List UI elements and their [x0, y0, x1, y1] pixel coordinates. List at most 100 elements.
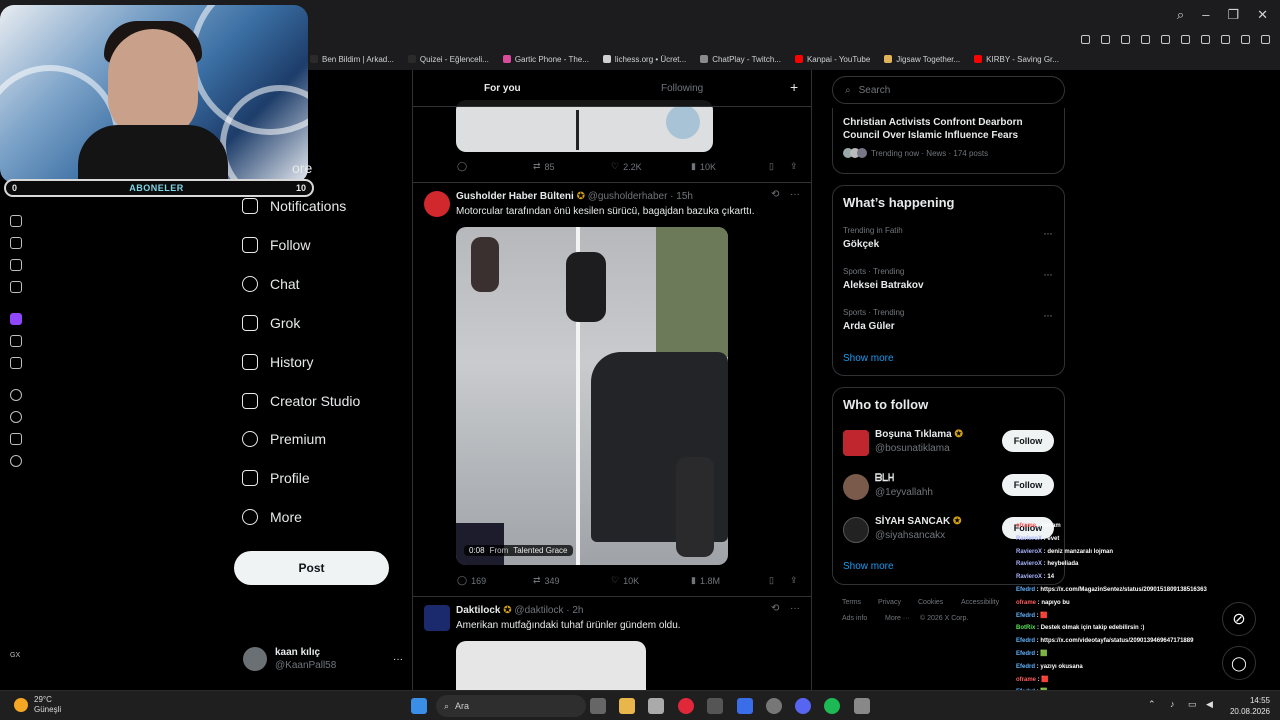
nav-item-premium[interactable]: Premium — [242, 431, 326, 447]
minimize-icon[interactable]: – — [1202, 8, 1209, 21]
more-dots-icon[interactable]: ··· — [1043, 226, 1053, 240]
bookmark-item[interactable]: Kanpai - YouTube — [794, 55, 870, 64]
extension-icon[interactable] — [1101, 34, 1110, 44]
pin-icon[interactable] — [1081, 34, 1090, 44]
tweet-handle-time[interactable]: @gusholderhaber · 15h — [588, 191, 693, 202]
follow-name[interactable]: SİYAH SANCAK ✪ — [875, 516, 961, 527]
more-dots-icon[interactable]: ··· — [1043, 308, 1053, 322]
retweet-button[interactable]: ⇄ 85 — [533, 161, 555, 172]
tweet-handle-time[interactable]: @daktilock · 2h — [514, 605, 583, 616]
tweet-author-name[interactable]: Daktilock — [456, 605, 500, 616]
inbox-icon[interactable] — [10, 237, 22, 249]
footer-link[interactable]: Terms — [842, 599, 861, 606]
reply-button[interactable]: ◯ 169 — [457, 575, 486, 586]
tweet-author-name[interactable]: Gusholder Haber Bülteni — [456, 191, 574, 202]
footer-link[interactable]: Ads info — [842, 615, 867, 622]
app-icon[interactable] — [707, 698, 723, 714]
footer-link[interactable]: Cookies — [918, 599, 943, 606]
task-view-icon[interactable] — [590, 698, 606, 714]
settings-icon[interactable] — [766, 698, 782, 714]
cube-icon[interactable] — [1201, 34, 1210, 44]
tab-for-you[interactable]: For you — [484, 83, 521, 94]
grok-icon[interactable]: ⟲ — [771, 603, 779, 614]
spotify-icon[interactable] — [824, 698, 840, 714]
share-button[interactable]: ⇪ — [790, 161, 798, 172]
like-button[interactable]: ♡ 2.2K — [611, 161, 642, 172]
crop-icon[interactable] — [1121, 34, 1130, 44]
views-button[interactable]: ▮ 1.8M — [691, 575, 720, 586]
translate-icon[interactable] — [1141, 34, 1150, 44]
paint-icon[interactable] — [737, 698, 753, 714]
discord-icon[interactable] — [795, 698, 811, 714]
opera-gx-icon[interactable] — [678, 698, 694, 714]
search-input[interactable]: ⌕ Search — [832, 76, 1065, 104]
nav-item-history[interactable]: History — [242, 354, 314, 370]
nav-item-chat[interactable]: Chat — [242, 276, 300, 292]
extensions-icon[interactable] — [10, 433, 22, 445]
trend-name[interactable]: Aleksei Batrakov — [843, 280, 924, 291]
file-explorer-icon[interactable] — [619, 698, 635, 714]
nav-item-grok[interactable]: Grok — [242, 315, 300, 331]
weather-widget[interactable]: 29°C Güneşli — [14, 695, 61, 715]
close-icon[interactable]: ✕ — [1257, 8, 1268, 21]
like-button[interactable]: ♡ 10K — [611, 575, 639, 586]
nav-item-notifications[interactable]: Notifications — [242, 198, 346, 214]
network-icon[interactable]: ▭ — [1188, 699, 1197, 710]
twitch-icon[interactable] — [10, 313, 22, 325]
tweet-author-avatar[interactable] — [424, 605, 450, 631]
avatar[interactable] — [843, 517, 869, 543]
tab-following[interactable]: Following — [661, 83, 703, 94]
tray-chevron-icon[interactable]: ⌃ — [1148, 699, 1156, 710]
show-more-link[interactable]: Show more — [843, 353, 894, 364]
add-tab-icon[interactable]: + — [790, 79, 798, 95]
bookmark-item[interactable]: Jigsaw Together... — [884, 55, 960, 64]
tweet-author-avatar[interactable] — [424, 191, 450, 217]
ai-icon[interactable] — [1241, 34, 1250, 44]
reply-button[interactable]: ◯ — [457, 161, 467, 172]
bookmark-button[interactable]: ▯ — [769, 575, 774, 586]
tweet-image[interactable] — [456, 100, 713, 152]
more-dots-icon[interactable]: ··· — [790, 189, 800, 200]
show-more-link[interactable]: Show more — [843, 561, 894, 572]
bookmark-item[interactable]: ChatPlay - Twitch... — [700, 55, 781, 64]
follow-button[interactable]: Follow — [1002, 430, 1054, 452]
messages-floating-button[interactable]: ◯ — [1222, 646, 1256, 680]
grok-floating-button[interactable]: ⊘ — [1222, 602, 1256, 636]
more-dots-icon[interactable]: ··· — [790, 603, 800, 614]
grok-icon[interactable]: ⟲ — [771, 189, 779, 200]
follow-name[interactable]: ᗷᒪᕼ — [875, 473, 894, 484]
share-button[interactable]: ⇪ — [790, 575, 798, 586]
news-card[interactable]: Christian Activists Confront Dearborn Co… — [832, 108, 1065, 174]
store-icon[interactable] — [648, 698, 664, 714]
play-icon[interactable] — [1161, 34, 1170, 44]
more-dots-icon[interactable]: ··· — [1043, 267, 1053, 281]
post-button[interactable]: Post — [234, 551, 389, 585]
start-button[interactable] — [411, 698, 427, 714]
bookmark-item[interactable]: lichess.org • Ücret... — [602, 55, 686, 64]
bookmark-item[interactable]: Gartic Phone - The... — [502, 55, 589, 64]
footer-link[interactable]: Accessibility — [961, 599, 999, 606]
player-icon[interactable] — [10, 389, 22, 401]
views-button[interactable]: ▮ 10K — [691, 161, 716, 172]
volume-icon[interactable]: ◀ — [1206, 699, 1213, 710]
tweet-video[interactable] — [456, 227, 728, 565]
maximize-icon[interactable]: ❐ — [1227, 8, 1239, 21]
video-source[interactable]: Talented Grace — [513, 546, 567, 555]
search-icon[interactable]: ⌕ — [1177, 8, 1184, 21]
footer-link[interactable]: More ··· — [885, 615, 910, 622]
app-icon[interactable] — [854, 698, 870, 714]
messenger-icon[interactable] — [10, 281, 22, 293]
nav-item-creator-studio[interactable]: Creator Studio — [242, 393, 360, 409]
speed-dial-icon[interactable] — [10, 215, 22, 227]
account-switcher[interactable]: kaan kılıç @KaanPall58 ··· — [243, 644, 403, 674]
lock-icon[interactable] — [1221, 34, 1230, 44]
bookmark-item[interactable]: Ben Bildim | Arkad... — [310, 55, 394, 64]
percent-icon[interactable] — [10, 335, 22, 347]
mic-icon[interactable]: ♪ — [1170, 699, 1175, 709]
trend-name[interactable]: Arda Güler — [843, 321, 895, 332]
settings-icon[interactable] — [10, 455, 22, 467]
history-icon[interactable] — [10, 411, 22, 423]
more-dots-icon[interactable]: ··· — [393, 654, 403, 665]
bookmark-button[interactable]: ▯ — [769, 161, 774, 172]
heart-icon[interactable] — [1181, 34, 1190, 44]
